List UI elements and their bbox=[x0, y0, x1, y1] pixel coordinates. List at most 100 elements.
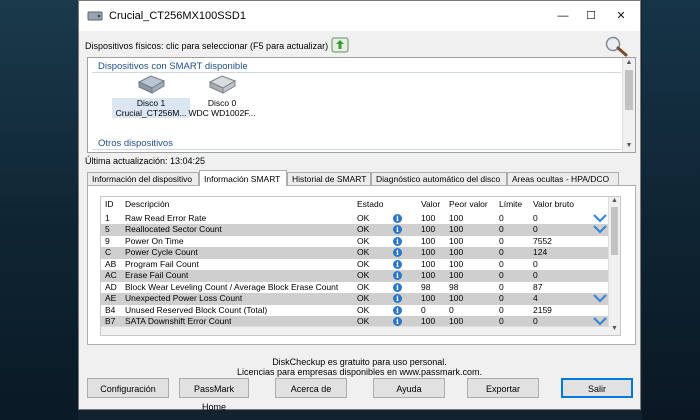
cell-status: OK bbox=[357, 270, 370, 280]
minimize-button[interactable]: — bbox=[553, 7, 573, 25]
cell-value: 100 bbox=[421, 293, 436, 303]
cell-value: 98 bbox=[421, 281, 431, 292]
cell-threshold: 0 bbox=[499, 247, 504, 257]
col-status-header[interactable]: Estado bbox=[357, 199, 383, 211]
info-icon[interactable]: i bbox=[393, 248, 402, 257]
cell-description: Program Fail Count bbox=[125, 258, 199, 269]
cell-description: Block Wear Leveling Count / Average Bloc… bbox=[125, 281, 339, 292]
info-icon[interactable]: i bbox=[393, 225, 402, 234]
table-row[interactable]: 9 Power On Time OK i 100 100 0 7552 bbox=[101, 236, 610, 248]
tab-smart-history[interactable]: Historial de SMART bbox=[287, 172, 371, 185]
cell-value: 100 bbox=[421, 258, 436, 269]
info-icon[interactable]: i bbox=[393, 305, 402, 315]
cell-id: B4 bbox=[105, 304, 116, 315]
col-threshold-header[interactable]: Límite bbox=[499, 199, 522, 211]
tab-hidden-areas[interactable]: Areas ocultas - HPA/DCO bbox=[507, 172, 619, 185]
table-row[interactable]: B4 Unused Reserved Block Count (Total) O… bbox=[101, 305, 610, 317]
info-icon[interactable]: i bbox=[393, 294, 402, 303]
footer-license-line1: DiskCheckup es gratuito para uso persona… bbox=[272, 357, 447, 367]
table-scrollbar[interactable]: ▲ ▼ bbox=[608, 197, 620, 335]
col-worst-header[interactable]: Peor valor bbox=[449, 199, 488, 211]
about-button[interactable]: Acerca de bbox=[275, 378, 347, 398]
table-row[interactable]: AC Erase Fail Count OK i 100 100 0 0 bbox=[101, 270, 610, 282]
cell-worst: 98 bbox=[449, 281, 459, 292]
cell-id: 5 bbox=[105, 224, 110, 234]
search-icon[interactable] bbox=[604, 35, 630, 57]
table-row[interactable]: AB Program Fail Count OK i 100 100 0 0 bbox=[101, 259, 610, 271]
physical-devices-label: Dispositivos físicos: clic para seleccio… bbox=[85, 41, 329, 51]
table-row[interactable]: AE Unexpected Power Loss Count OK i 100 … bbox=[101, 293, 610, 305]
cell-raw: 0 bbox=[533, 258, 538, 269]
table-horizontal-scrollbar[interactable] bbox=[101, 326, 610, 335]
maximize-button[interactable]: ☐ bbox=[581, 7, 601, 25]
footer-license-line2: Licencias para empresas disponibles en w… bbox=[236, 367, 483, 377]
cell-raw: 87 bbox=[533, 281, 543, 292]
chevron-down-icon[interactable] bbox=[593, 213, 607, 223]
cell-status: OK bbox=[357, 258, 370, 269]
cell-description: Erase Fail Count bbox=[125, 270, 189, 280]
window-title: Crucial_CT256MX100SSD1 bbox=[109, 10, 246, 22]
scroll-up-icon[interactable]: ▲ bbox=[623, 59, 635, 66]
cell-threshold: 0 bbox=[499, 304, 504, 315]
cell-threshold: 0 bbox=[499, 281, 504, 292]
scrollbar-thumb[interactable] bbox=[625, 70, 633, 110]
chevron-down-icon[interactable] bbox=[593, 225, 607, 234]
cell-threshold: 0 bbox=[499, 258, 504, 269]
chevron-down-icon[interactable] bbox=[593, 294, 607, 303]
info-icon[interactable]: i bbox=[393, 213, 402, 223]
cell-description: Unused Reserved Block Count (Total) bbox=[125, 304, 268, 315]
info-icon[interactable]: i bbox=[393, 259, 402, 269]
cell-worst: 100 bbox=[449, 270, 464, 280]
table-row[interactable]: AD Block Wear Leveling Count / Average B… bbox=[101, 282, 610, 294]
col-description-header[interactable]: Descripción bbox=[125, 199, 169, 211]
exit-button[interactable]: Salir bbox=[561, 378, 633, 398]
smart-panel: ID Descripción Estado Valor Peor valor L… bbox=[87, 185, 636, 345]
table-row[interactable]: 5 Reallocated Sector Count OK i 100 100 … bbox=[101, 224, 610, 236]
col-value-header[interactable]: Valor bbox=[421, 199, 440, 211]
tab-self-diagnostics[interactable]: Diagnóstico automático del disco bbox=[371, 172, 507, 185]
info-icon[interactable]: i bbox=[393, 282, 402, 292]
scroll-down-icon[interactable]: ▼ bbox=[623, 142, 635, 149]
scroll-down-icon[interactable]: ▼ bbox=[609, 325, 620, 332]
last-update-label: Última actualización: 13:04:25 bbox=[85, 156, 206, 166]
cell-description: Power On Time bbox=[125, 235, 184, 246]
cell-worst: 100 bbox=[449, 235, 464, 246]
cell-value: 100 bbox=[421, 235, 436, 246]
close-button[interactable]: ✕ bbox=[611, 7, 631, 25]
table-row[interactable]: C Power Cycle Count OK i 100 100 0 124 bbox=[101, 247, 610, 259]
passmark-home-button[interactable]: PassMark Home bbox=[179, 378, 249, 412]
devices-panel: Dispositivos con SMART disponible Disco … bbox=[87, 57, 636, 153]
disk-item-1[interactable]: Disco 1 Crucial_CT256M... bbox=[112, 74, 190, 118]
table-header: ID Descripción Estado Valor Peor valor L… bbox=[101, 199, 610, 211]
export-button[interactable]: Exportar bbox=[467, 378, 539, 398]
col-raw-header[interactable]: Valor bruto bbox=[533, 199, 574, 211]
cell-value: 0 bbox=[421, 304, 426, 315]
cell-worst: 100 bbox=[449, 258, 464, 269]
help-button[interactable]: Ayuda bbox=[373, 378, 445, 398]
cell-raw: 7552 bbox=[533, 235, 552, 246]
cell-value: 100 bbox=[421, 224, 436, 234]
col-id-header[interactable]: ID bbox=[105, 199, 114, 211]
cell-raw: 124 bbox=[533, 247, 548, 257]
scroll-up-icon[interactable]: ▲ bbox=[609, 197, 620, 204]
cell-status: OK bbox=[357, 304, 370, 315]
table-row[interactable]: 1 Raw Read Error Rate OK i 100 100 0 0 bbox=[101, 213, 610, 225]
devices-scrollbar[interactable]: ▲ ▼ bbox=[622, 58, 635, 152]
info-icon[interactable]: i bbox=[393, 317, 402, 326]
configuration-button[interactable]: Configuración bbox=[87, 378, 169, 398]
disk-name: Disco 0 bbox=[207, 98, 237, 108]
chevron-down-icon[interactable] bbox=[593, 317, 607, 326]
tab-device-info[interactable]: Información del dispositivo bbox=[87, 172, 199, 185]
cell-worst: 100 bbox=[449, 212, 464, 223]
tab-smart-info[interactable]: Información SMART bbox=[199, 170, 287, 186]
info-icon[interactable]: i bbox=[393, 236, 402, 246]
scrollbar-thumb[interactable] bbox=[611, 207, 618, 255]
disk-label: Disco 0 WDC WD1002F... bbox=[183, 98, 261, 118]
cell-threshold: 0 bbox=[499, 293, 504, 303]
desktop-background-right bbox=[642, 0, 700, 420]
cell-worst: 100 bbox=[449, 293, 464, 303]
disk-item-0[interactable]: Disco 0 WDC WD1002F... bbox=[183, 74, 261, 118]
header-divider bbox=[92, 149, 621, 150]
info-icon[interactable]: i bbox=[393, 271, 402, 280]
refresh-icon[interactable] bbox=[331, 37, 349, 53]
